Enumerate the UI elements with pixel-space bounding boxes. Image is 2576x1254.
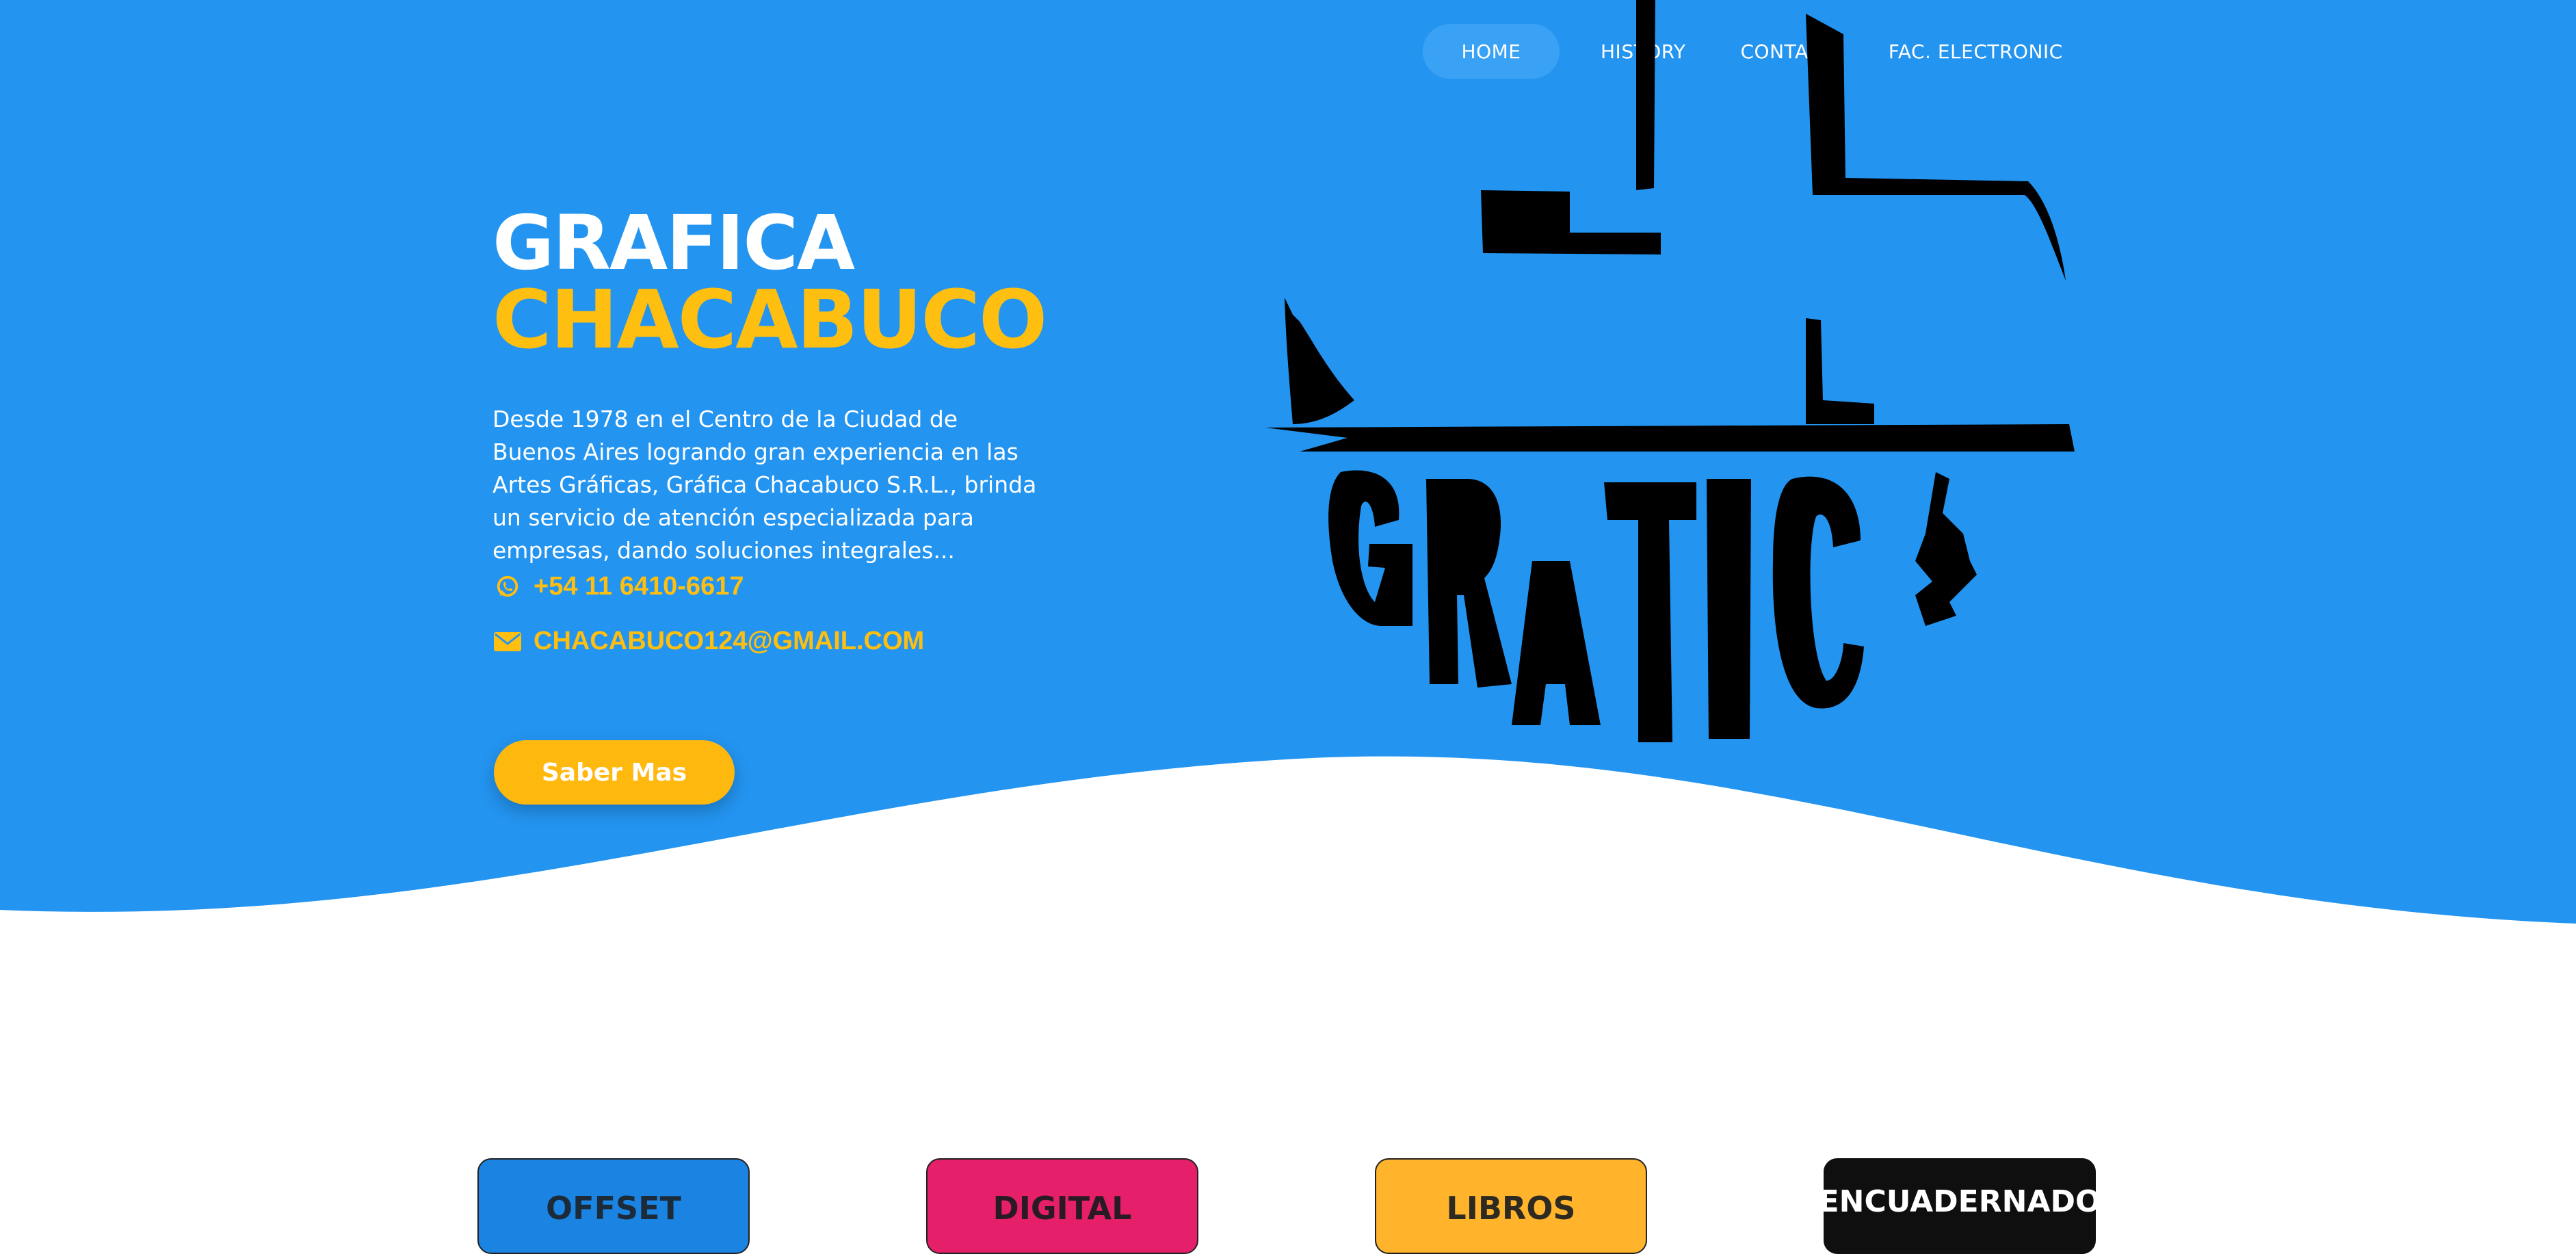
grafica-logo xyxy=(1265,0,2075,742)
service-card-label: LIBROS xyxy=(1446,1190,1576,1227)
service-card-digital[interactable]: DIGITAL xyxy=(926,1158,1198,1254)
service-card-label: OFFSET xyxy=(546,1190,681,1227)
phone-link[interactable]: +54 11 6410-6617 xyxy=(494,572,744,601)
service-card-offset[interactable]: OFFSET xyxy=(477,1158,750,1254)
service-card-label: ENCUADERNADO xyxy=(1818,1184,2101,1219)
phone-number: +54 11 6410-6617 xyxy=(534,572,744,601)
envelope-icon xyxy=(494,628,521,655)
saber-mas-button[interactable]: Saber Mas xyxy=(494,740,735,805)
service-card-libros[interactable]: LIBROS xyxy=(1375,1158,1647,1254)
whatsapp-icon xyxy=(494,573,521,601)
hero-description: Desde 1978 en el Centro de la Ciudad de … xyxy=(492,406,1037,564)
hero-section: HOME HISTORY CONTACT FAC. ELECTRONIC GRA… xyxy=(0,0,2576,930)
email-link[interactable]: CHACABUCO124@GMAIL.COM xyxy=(494,627,924,656)
email-address: CHACABUCO124@GMAIL.COM xyxy=(534,627,925,655)
hero-title-chacabuco: CHACABUCO xyxy=(492,272,1047,367)
service-card-encuadernado[interactable]: ENCUADERNADO xyxy=(1819,1158,2101,1254)
hero-title-grafica: GRAFICA xyxy=(492,199,855,287)
service-card-label: DIGITAL xyxy=(993,1190,1132,1227)
